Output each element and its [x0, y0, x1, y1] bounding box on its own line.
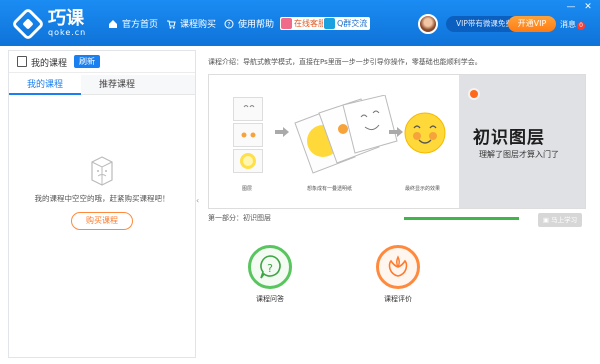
logo-subtitle: qoke.cn: [48, 28, 87, 37]
qq-group-link[interactable]: Q群交流: [323, 17, 371, 30]
layer-thumb-1: [233, 97, 263, 121]
left-panel: 我的课程 刷新 我的课程 推荐课程 我的课程中空空的哦，赶紧购买课程吧！ 购买课…: [8, 50, 196, 358]
course-tabs: 我的课程 推荐课程: [9, 75, 195, 95]
help-icon: ?: [224, 19, 234, 28]
refresh-button[interactable]: 刷新: [74, 55, 100, 68]
bookmark-icon: ▣: [542, 216, 550, 224]
qq-group-label: Q群交流: [337, 19, 368, 28]
app-window: 巧课 qoke.cn 官方首页 课程购买 ? 使用帮助 在线客服 Q群交流 VI…: [0, 0, 600, 364]
my-course-header: 我的课程 刷新: [9, 51, 195, 73]
caption-result: 最终显示的效果: [405, 186, 441, 192]
arrow-right-icon: [275, 127, 289, 137]
layer-thumb-2: [233, 123, 263, 147]
sun-icon: [240, 153, 256, 169]
nav-help[interactable]: ? 使用帮助: [224, 17, 274, 30]
orange-dot-icon: [468, 88, 480, 100]
caption-sheets: 想象成有一叠透明纸: [307, 186, 353, 192]
course-qa-label: 课程问答: [256, 295, 284, 303]
service-avatar-icon: [281, 18, 292, 29]
start-learning-button[interactable]: ▣ 马上学习: [538, 213, 582, 227]
course-intro: 课程介绍：导航式教学模式，直接在Ps里面一步一步引导你操作，零基础也能顺利学会。: [208, 58, 482, 66]
online-service-link[interactable]: 在线客服: [280, 17, 329, 30]
book-icon: [17, 56, 27, 67]
nav-help-label: 使用帮助: [238, 20, 275, 30]
online-service-label: 在线客服: [294, 19, 326, 28]
start-learning-label: 马上学习: [551, 216, 578, 224]
user-avatar[interactable]: [418, 14, 438, 34]
collapse-arrow-icon[interactable]: ‹: [196, 196, 199, 205]
flower-icon: [388, 255, 408, 277]
course-review-label: 课程评价: [384, 295, 412, 303]
progress-fill: [404, 217, 519, 220]
svg-text:?: ?: [267, 262, 273, 275]
messages-link[interactable]: 消息 0: [560, 19, 585, 30]
nav-home[interactable]: 官方首页: [108, 17, 158, 30]
logo-mark-icon: [11, 7, 45, 41]
home-icon: [109, 19, 117, 28]
layer-thumb-3: [233, 149, 263, 173]
close-button[interactable]: ✕: [582, 2, 594, 12]
logo: 巧课 qoke.cn: [11, 7, 87, 41]
caption-layer: 图层: [242, 186, 253, 192]
svg-text:?: ?: [227, 21, 230, 28]
messages-label: 消息: [560, 20, 576, 29]
slide-title: 初识图层: [473, 128, 545, 148]
stacked-layers-illustration: [294, 95, 398, 174]
cart-icon: [167, 20, 176, 29]
slide-title-panel: 初识图层 理解了图层才算入门了: [459, 75, 585, 208]
my-course-title: 我的课程: [31, 59, 68, 69]
message-count-badge: 0: [577, 22, 585, 30]
nav-buy[interactable]: 课程购买: [166, 17, 216, 30]
progress-bar: [404, 217, 519, 220]
eyes-icon: [243, 105, 255, 108]
step-label: 第一部分：初识图层: [208, 214, 271, 222]
course-qa-button[interactable]: ?: [248, 245, 292, 289]
nav-buy-label: 课程购买: [180, 20, 217, 30]
cheeks-icon: [241, 132, 256, 138]
empty-box-icon: [91, 156, 113, 186]
slide-subtitle: 理解了图层才算入门了: [479, 150, 559, 159]
tab-my-courses[interactable]: 我的课程: [9, 75, 81, 95]
empty-message: 我的课程中空空的哦，赶紧购买课程吧！: [34, 194, 170, 203]
logo-title: 巧课: [48, 8, 84, 29]
nav-home-label: 官方首页: [122, 20, 159, 30]
minimize-button[interactable]: —: [565, 2, 577, 12]
tab-recommended[interactable]: 推荐课程: [81, 75, 153, 95]
open-vip-button[interactable]: 开通VIP: [508, 16, 556, 32]
qq-icon: [324, 18, 335, 29]
course-preview[interactable]: 图层 想象成有一叠透明纸 最终显示的效果 初识图层 理解了图层才算入门了: [208, 74, 586, 209]
course-review-button[interactable]: [376, 245, 420, 289]
smiley-result-icon: [404, 112, 446, 154]
buy-course-button[interactable]: 购买课程: [71, 212, 133, 230]
arrow-right-icon-2: [389, 127, 403, 137]
header-bar: 巧课 qoke.cn 官方首页 课程购买 ? 使用帮助 在线客服 Q群交流 VI…: [0, 0, 600, 46]
qa-bubble-icon: ?: [260, 255, 281, 279]
